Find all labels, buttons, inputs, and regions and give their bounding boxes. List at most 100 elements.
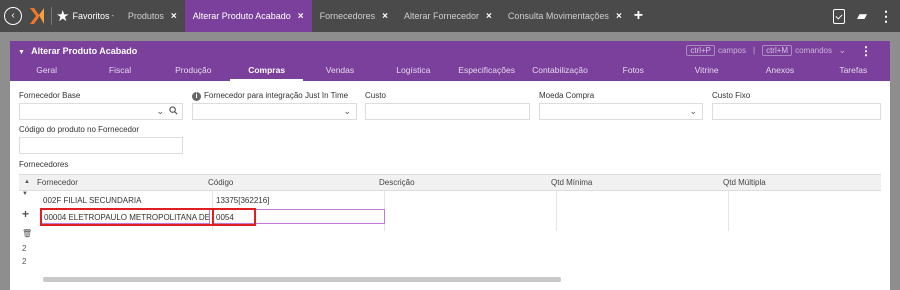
close-icon[interactable]: ×	[298, 11, 304, 22]
favorites-menu[interactable]: ★ Favoritos -	[56, 7, 114, 25]
tab-producao[interactable]: Produção	[157, 63, 230, 81]
panel-title[interactable]: ▼ Alterar Produto Acabado	[18, 46, 137, 56]
tab-alterar-fornecedor[interactable]: Alterar Fornecedor ×	[396, 0, 500, 32]
search-icon[interactable]	[169, 106, 178, 115]
horizontal-scrollbar[interactable]	[43, 277, 561, 282]
codigo-fornecedor-field: Código do produto no Fornecedor	[19, 124, 183, 154]
field-label: i Fornecedor para integração Just In Time	[192, 90, 357, 102]
tab-label: Consulta Movimentações	[507, 11, 609, 21]
fornecedor-jit-field: i Fornecedor para integração Just In Time…	[192, 90, 357, 120]
field-label: Moeda Compra	[539, 91, 595, 100]
field-label: Fornecedor Base	[19, 91, 81, 100]
tab-label: Produtos	[127, 11, 164, 21]
table-row[interactable]: 002F FILIAL SECUNDARIA 13375[362216]	[42, 193, 881, 208]
fornecedor-base-field: Fornecedor Base ⌄	[19, 90, 183, 120]
panel-header: ▼ Alterar Produto Acabado ctrl+P campos …	[10, 41, 890, 81]
custo-fixo-field: Custo Fixo	[712, 90, 881, 120]
panel-title-text: Alterar Produto Acabado	[31, 46, 138, 56]
star-icon: ★	[56, 8, 70, 25]
tab-label: Alterar Fornecedor	[403, 11, 480, 21]
codigo-fornecedor-input[interactable]	[19, 137, 183, 154]
shortcut-separator: |	[753, 46, 756, 55]
chat-icon[interactable]: ▰	[857, 8, 867, 24]
app-logo-icon[interactable]	[27, 6, 47, 26]
column-header-descricao[interactable]: Descrição	[379, 175, 415, 192]
row-counter: 2	[22, 257, 27, 266]
field-label: Custo Fixo	[712, 91, 751, 100]
add-tab-icon[interactable]: +	[634, 7, 643, 25]
tab-logistica[interactable]: Logística	[377, 63, 450, 81]
row-counter: 2	[22, 244, 27, 253]
field-label: Custo	[365, 91, 386, 100]
shortcut-key: ctrl+M	[762, 45, 793, 56]
fornecedor-jit-select[interactable]: ⌄	[192, 103, 357, 120]
add-row-icon[interactable]: +	[22, 207, 29, 221]
column-header-qtd-multipla[interactable]: Qtd Múltipla	[723, 175, 766, 192]
tab-produtos[interactable]: Produtos ×	[120, 0, 185, 32]
custo-input[interactable]	[365, 103, 530, 120]
field-label: Código do produto no Fornecedor	[19, 125, 140, 134]
custo-field: Custo	[365, 90, 530, 120]
cell-fornecedor[interactable]: 002F FILIAL SECUNDARIA	[40, 193, 210, 208]
custo-fixo-input[interactable]	[712, 103, 881, 120]
column-header-qtd-minima[interactable]: Qtd Mínima	[551, 175, 592, 192]
grid-header: ▲ Fornecedor Código Descrição Qtd Mínima…	[19, 174, 881, 191]
column-header-fornecedor[interactable]: Fornecedor	[37, 175, 78, 192]
highlight-divider	[212, 208, 214, 226]
keyboard-shortcuts: ctrl+P campos | ctrl+M comandos	[686, 45, 832, 56]
tab-label: Alterar Produto Acabado	[192, 11, 291, 21]
cell-codigo[interactable]: 13375[362216]	[213, 193, 383, 208]
top-right-actions: ▰ ⋮	[833, 0, 893, 32]
field-label-text: Fornecedor para integração Just In Time	[204, 91, 349, 100]
sort-caret-icon[interactable]: ▲	[24, 179, 30, 185]
chevron-down-icon[interactable]: ⌄	[838, 45, 846, 56]
tab-vitrine[interactable]: Vitrine	[670, 63, 743, 81]
moeda-compra-select[interactable]: ⌄	[539, 103, 703, 120]
moeda-compra-field: Moeda Compra ⌄	[539, 90, 703, 120]
chevron-down-icon: -	[111, 12, 114, 20]
fornecedor-base-input[interactable]: ⌄	[19, 103, 183, 120]
chevron-down-icon[interactable]: ⌄	[689, 106, 697, 117]
close-icon[interactable]: ×	[171, 11, 177, 22]
close-icon[interactable]: ×	[382, 11, 388, 22]
tab-anexos[interactable]: Anexos	[743, 63, 816, 81]
cell-qtd-minima[interactable]	[557, 193, 727, 208]
top-tab-bar: ‹ ★ Favoritos - Produtos × Alterar Produ…	[0, 0, 900, 32]
more-options-icon[interactable]: ⋮	[879, 8, 893, 25]
shortcut-label: comandos	[795, 46, 832, 55]
tab-vendas[interactable]: Vendas	[303, 63, 376, 81]
tab-contabilizacao[interactable]: Contabilização	[523, 63, 596, 81]
shortcut-label: campos	[717, 46, 746, 55]
section-tabs: Geral Fiscal Produção Compras Vendas Log…	[10, 63, 890, 81]
chevron-down-icon[interactable]: ⌄	[156, 106, 164, 117]
back-icon[interactable]: ‹	[4, 7, 22, 25]
close-icon[interactable]: ×	[616, 11, 622, 22]
tab-consulta-movimentacoes[interactable]: Consulta Movimentações ×	[500, 0, 630, 32]
highlight-box	[40, 208, 256, 226]
tab-geral[interactable]: Geral	[10, 63, 83, 81]
column-header-codigo[interactable]: Código	[208, 175, 233, 192]
fornecedores-grid: ▲ Fornecedor Código Descrição Qtd Mínima…	[19, 174, 881, 284]
tab-fornecedores[interactable]: Fornecedores ×	[312, 0, 396, 32]
fornecedores-section-label: Fornecedores	[19, 160, 69, 169]
cell-qtd-multipla[interactable]	[729, 193, 879, 208]
close-icon[interactable]: ×	[486, 11, 492, 22]
trash-icon[interactable]: 🗑	[22, 229, 32, 238]
shortcut-key: ctrl+P	[686, 45, 715, 56]
tab-fotos[interactable]: Fotos	[597, 63, 670, 81]
chevron-down-icon[interactable]: ⌄	[343, 106, 351, 117]
info-icon[interactable]: i	[192, 92, 201, 101]
tab-compras[interactable]: Compras	[229, 63, 304, 81]
row-caret-icon[interactable]: ▼	[22, 191, 28, 197]
clipboard-check-icon[interactable]	[833, 8, 845, 24]
form-panel: ▼ Alterar Produto Acabado ctrl+P campos …	[10, 41, 890, 290]
divider	[51, 7, 52, 25]
tab-fiscal[interactable]: Fiscal	[83, 63, 156, 81]
tab-alterar-produto-acabado[interactable]: Alterar Produto Acabado ×	[184, 0, 312, 32]
tab-tarefas[interactable]: Tarefas	[817, 63, 890, 81]
cell-descricao[interactable]	[385, 193, 555, 208]
collapse-caret-icon[interactable]: ▼	[18, 49, 25, 56]
tab-especificacoes[interactable]: Especificações	[450, 63, 523, 81]
panel-more-icon[interactable]: ⋮	[860, 44, 872, 58]
tab-label: Fornecedores	[319, 11, 376, 21]
